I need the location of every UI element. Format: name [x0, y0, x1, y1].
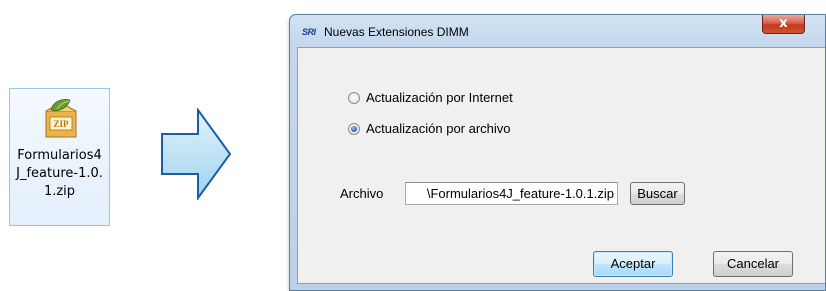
dialog-window: SRI Nuevas Extensiones DIMM x Actualizac… [289, 14, 826, 291]
window-title: Nuevas Extensiones DIMM [324, 25, 469, 39]
zip-badge-text: ZIP [53, 119, 69, 129]
radio-file-update[interactable]: Actualización por archivo [348, 121, 511, 136]
accept-button[interactable]: Aceptar [593, 251, 673, 277]
radio-label-file: Actualización por archivo [366, 121, 511, 136]
zip-archive-icon: ZIP [45, 99, 77, 138]
right-arrow-icon [161, 108, 232, 200]
radio-button-checked[interactable] [348, 122, 360, 135]
close-icon: x [779, 16, 788, 31]
radio-label-internet: Actualización por Internet [366, 90, 513, 105]
dialog-content: Actualización por Internet Actualización… [297, 47, 825, 284]
file-path-input[interactable]: \Formularios4J_feature-1.0.1.zip [405, 182, 618, 205]
file-name-label: Formularios4J_feature-1.0.1.zip [16, 148, 103, 199]
radio-internet-update[interactable]: Actualización por Internet [348, 90, 513, 105]
zip-file-item[interactable]: ZIP Formularios4J_feature-1.0.1.zip [9, 88, 110, 226]
file-field-label: Archivo [340, 186, 384, 201]
radio-button-unchecked[interactable] [348, 91, 360, 104]
browse-button[interactable]: Buscar [630, 182, 685, 205]
close-button[interactable]: x [762, 15, 805, 34]
cancel-button[interactable]: Cancelar [713, 251, 793, 277]
app-logo-icon: SRI [302, 27, 316, 37]
title-bar[interactable]: SRI Nuevas Extensiones DIMM x [290, 15, 825, 48]
